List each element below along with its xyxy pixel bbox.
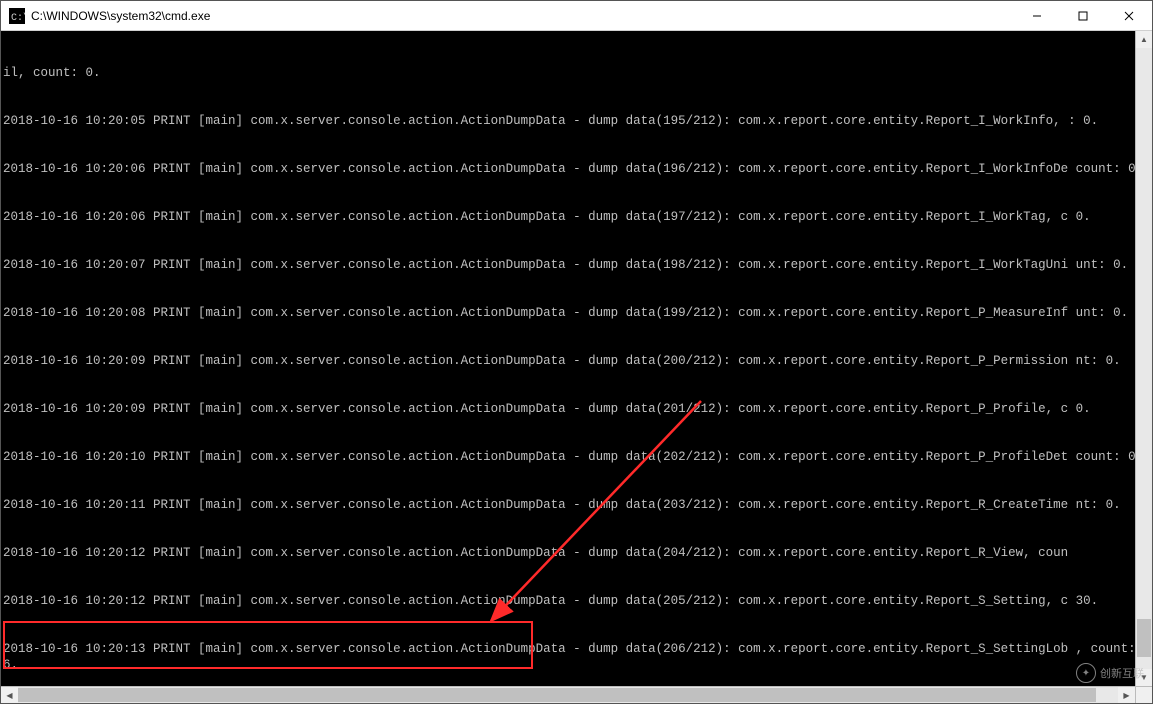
log-line: 2018-10-16 10:20:05 PRINT [main] com.x.s… xyxy=(3,113,1148,129)
titlebar[interactable]: C:\ C:\WINDOWS\system32\cmd.exe xyxy=(1,1,1152,31)
vscroll-track[interactable] xyxy=(1136,48,1152,669)
scroll-up-arrow-icon[interactable]: ▲ xyxy=(1136,31,1152,48)
log-line: 2018-10-16 10:20:10 PRINT [main] com.x.s… xyxy=(3,449,1148,465)
terminal-output[interactable]: il, count: 0. 2018-10-16 10:20:05 PRINT … xyxy=(1,31,1152,703)
log-line: 2018-10-16 10:20:08 PRINT [main] com.x.s… xyxy=(3,305,1148,321)
log-line: 2018-10-16 10:20:07 PRINT [main] com.x.s… xyxy=(3,257,1148,273)
log-line: 2018-10-16 10:20:06 PRINT [main] com.x.s… xyxy=(3,209,1148,225)
log-line: 2018-10-16 10:20:06 PRINT [main] com.x.s… xyxy=(3,161,1148,177)
log-line: 2018-10-16 10:20:12 PRINT [main] com.x.s… xyxy=(3,593,1148,609)
window-title: C:\WINDOWS\system32\cmd.exe xyxy=(31,9,210,23)
vscroll-thumb[interactable] xyxy=(1137,619,1151,656)
log-line: 2018-10-16 10:20:09 PRINT [main] com.x.s… xyxy=(3,401,1148,417)
maximize-button[interactable] xyxy=(1060,1,1106,31)
log-line: 2018-10-16 10:20:11 PRINT [main] com.x.s… xyxy=(3,497,1148,513)
annotation-highlight-box xyxy=(3,621,533,669)
watermark: ✦ 创新互联 xyxy=(1076,663,1144,683)
vertical-scrollbar[interactable]: ▲ ▼ xyxy=(1135,31,1152,686)
svg-text:C:\: C:\ xyxy=(11,12,25,24)
scroll-right-arrow-icon[interactable]: ▶ xyxy=(1118,687,1135,703)
hscroll-thumb[interactable] xyxy=(18,688,1096,702)
watermark-logo-icon: ✦ xyxy=(1076,663,1096,683)
minimize-button[interactable] xyxy=(1014,1,1060,31)
log-line: 2018-10-16 10:20:09 PRINT [main] com.x.s… xyxy=(3,353,1148,369)
watermark-text: 创新互联 xyxy=(1100,665,1144,681)
scroll-left-arrow-icon[interactable]: ◀ xyxy=(1,687,18,703)
log-line: il, count: 0. xyxy=(3,65,1148,81)
scroll-corner xyxy=(1135,686,1152,703)
close-button[interactable] xyxy=(1106,1,1152,31)
cmd-icon: C:\ xyxy=(9,8,25,24)
horizontal-scrollbar[interactable]: ◀ ▶ xyxy=(1,686,1135,703)
log-line: 2018-10-16 10:20:12 PRINT [main] com.x.s… xyxy=(3,545,1148,561)
cmd-window: C:\ C:\WINDOWS\system32\cmd.exe il, coun… xyxy=(0,0,1153,704)
hscroll-track[interactable] xyxy=(18,687,1118,703)
